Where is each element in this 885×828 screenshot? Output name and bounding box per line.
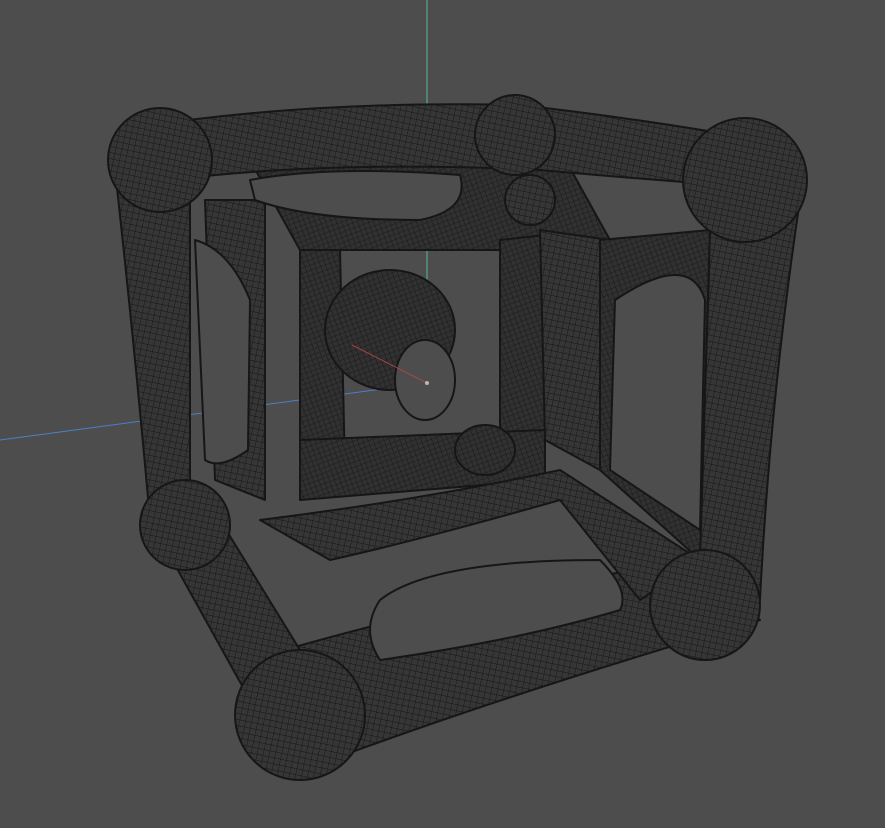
joint-bottom-left — [234, 649, 366, 781]
viewport-scene[interactable] — [0, 0, 885, 828]
origin-marker — [425, 381, 429, 385]
joint-top-mid — [474, 94, 556, 176]
joint-top-right — [682, 117, 808, 243]
joint-top-left — [107, 107, 213, 213]
wireframe-lattice-cube[interactable] — [107, 94, 808, 781]
joint-mid-left — [139, 479, 231, 571]
joint-inner-back — [504, 174, 556, 226]
3d-viewport[interactable] — [0, 0, 885, 828]
joint-bottom-right — [649, 549, 761, 661]
